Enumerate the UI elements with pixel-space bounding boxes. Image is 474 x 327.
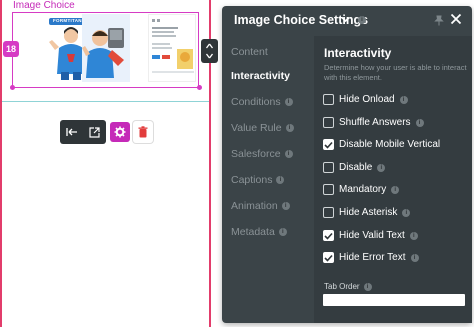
chevron-down-icon[interactable] <box>341 16 350 23</box>
option-label: Disable <box>339 162 373 173</box>
delete-element-button[interactable] <box>133 121 153 143</box>
row-divider <box>2 101 209 102</box>
gear-icon <box>114 126 126 138</box>
nav-item-interactivity[interactable]: Interactivity <box>231 70 290 82</box>
option-label: Shuffle Answers <box>339 117 411 128</box>
info-icon: i <box>377 163 386 172</box>
nav-item-conditions[interactable]: Conditions i <box>231 96 293 108</box>
nav-item-captions[interactable]: Captions i <box>231 174 285 186</box>
thumb1-logo-text: FORMTITAN <box>53 18 82 23</box>
info-icon: i <box>391 185 400 194</box>
section-description: Determine how your user is able to inter… <box>324 63 467 82</box>
title-info-icon[interactable]: i <box>358 16 366 24</box>
nav-item-value-rule[interactable]: Value Rule i <box>231 122 294 134</box>
settings-panel: Image Choice Settings i Content Interact… <box>222 6 472 323</box>
nav-item-label: Salesforce <box>231 148 281 160</box>
external-link-icon <box>88 126 100 138</box>
option-label: Hide Error Text <box>339 252 406 263</box>
info-icon: i <box>415 118 424 127</box>
option-shuffle-answers[interactable]: Shuffle Answers i <box>323 117 424 128</box>
info-icon: i <box>285 124 294 132</box>
option-mandatory[interactable]: Mandatory i <box>323 184 400 195</box>
checkmark-icon <box>324 254 333 262</box>
checkmark-icon <box>324 141 333 149</box>
align-left-arrow-icon <box>66 128 77 136</box>
nav-item-label: Value Rule <box>231 122 282 134</box>
settings-gear-button[interactable] <box>110 122 130 142</box>
tab-order-input[interactable] <box>323 294 465 306</box>
panel-toggle-handle[interactable] <box>201 39 218 63</box>
option-disable[interactable]: Disable i <box>323 162 386 173</box>
document-preview-image <box>149 15 195 81</box>
nav-item-content[interactable]: Content <box>231 46 268 58</box>
option-hide-onload[interactable]: Hide Onload i <box>323 94 408 105</box>
checkmark-icon <box>324 232 333 240</box>
nav-item-label: Metadata <box>231 226 275 238</box>
expand-vertical-icon <box>205 43 214 59</box>
checkbox-checked[interactable] <box>323 139 334 150</box>
option-disable-mobile-vertical[interactable]: Disable Mobile Vertical <box>323 139 440 150</box>
settings-content: Interactivity Determine how your user is… <box>314 36 472 323</box>
close-icon[interactable] <box>450 13 462 25</box>
element-type-label: Image Choice <box>13 0 75 11</box>
resize-handle-bottom-right[interactable] <box>197 85 202 90</box>
option-label: Hide Onload <box>339 94 395 105</box>
option-hide-asterisk[interactable]: Hide Asterisk i <box>323 207 411 218</box>
nav-item-animation[interactable]: Animation i <box>231 200 290 212</box>
checkbox[interactable] <box>323 94 334 105</box>
info-icon: i <box>402 208 411 217</box>
settings-panel-header[interactable]: Image Choice Settings i <box>222 6 472 36</box>
option-label: Mandatory <box>339 184 387 195</box>
nav-item-label: Animation <box>231 200 278 212</box>
open-external-button[interactable] <box>86 124 102 140</box>
tab-order-label-row: Tab Order i <box>324 282 372 291</box>
checkbox[interactable] <box>323 162 334 173</box>
info-icon: i <box>278 228 287 236</box>
pin-icon[interactable] <box>434 15 444 26</box>
canvas-left-border <box>0 0 2 327</box>
info-icon: i <box>409 231 418 240</box>
info-icon: i <box>363 282 372 291</box>
checkbox-checked[interactable] <box>323 230 334 241</box>
option-label: Hide Valid Text <box>339 230 405 241</box>
tab-order-label: Tab Order <box>324 282 360 291</box>
info-icon: i <box>284 98 293 106</box>
element-toolbar-dark-group <box>60 120 106 144</box>
trash-icon <box>138 126 148 138</box>
checkbox[interactable] <box>323 117 334 128</box>
info-icon: i <box>276 176 285 184</box>
element-number-badge: 18 <box>3 41 19 57</box>
nav-item-metadata[interactable]: Metadata i <box>231 226 287 238</box>
section-title: Interactivity <box>324 46 392 60</box>
info-icon: i <box>284 150 293 158</box>
checkbox[interactable] <box>323 184 334 195</box>
resize-handle-bottom-left[interactable] <box>10 85 15 90</box>
option-label: Hide Asterisk <box>339 207 398 218</box>
nav-item-label: Interactivity <box>231 70 290 82</box>
info-icon: i <box>399 95 408 104</box>
info-icon: i <box>281 202 290 210</box>
checkbox-checked[interactable] <box>323 252 334 263</box>
element-toolbar <box>60 120 153 144</box>
nav-item-label: Conditions <box>231 96 281 108</box>
move-to-start-button[interactable] <box>64 124 80 140</box>
nav-item-label: Content <box>231 46 268 58</box>
option-label: Disable Mobile Vertical <box>339 139 441 150</box>
nav-item-label: Captions <box>231 174 273 186</box>
nav-item-salesforce[interactable]: Salesforce i <box>231 148 293 160</box>
option-hide-error-text[interactable]: Hide Error Text i <box>323 252 419 263</box>
image-choice-option-3[interactable] <box>148 14 196 82</box>
settings-side-nav: Content Interactivity Conditions i Value… <box>222 36 314 323</box>
checkbox[interactable] <box>323 207 334 218</box>
option-hide-valid-text[interactable]: Hide Valid Text i <box>323 230 418 241</box>
info-icon: i <box>410 253 419 262</box>
cartoon-character-image <box>82 14 130 82</box>
image-choice-option-2[interactable] <box>82 14 130 82</box>
